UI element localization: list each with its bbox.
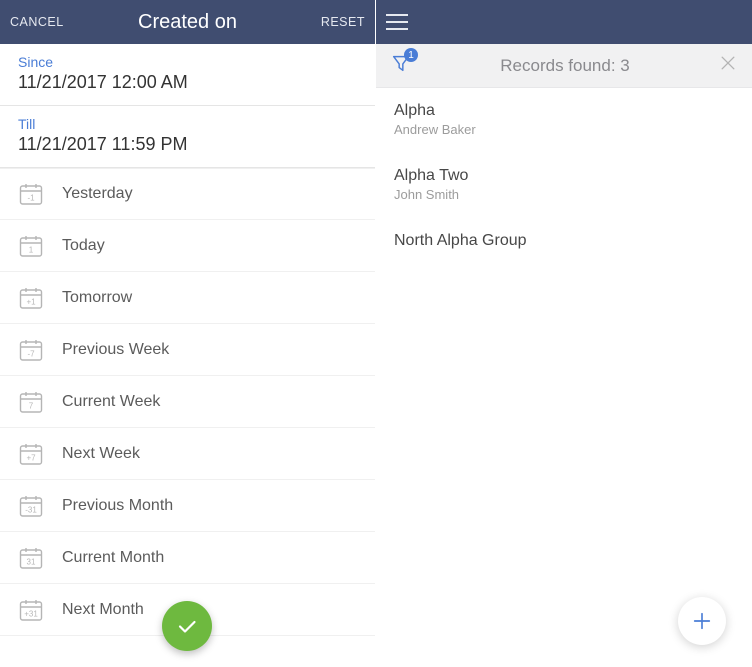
date-filter-pane: CANCEL Created on RESET Since 11/21/2017… <box>0 0 376 667</box>
list-item[interactable]: North Alpha Group <box>376 218 752 268</box>
calendar-icon: -1 <box>18 181 44 207</box>
calendar-icon: 7 <box>18 389 44 415</box>
preset-list: -1 Yesterday 1 Today +1 Tomorrow -7 Prev… <box>0 168 375 636</box>
svg-text:+1: +1 <box>26 297 36 306</box>
preset-label: Current Month <box>62 549 164 567</box>
calendar-icon: +31 <box>18 597 44 623</box>
close-icon <box>718 53 738 73</box>
till-value: 11/21/2017 11:59 PM <box>18 134 357 155</box>
calendar-icon: 1 <box>18 233 44 259</box>
record-subtitle: John Smith <box>394 187 734 202</box>
preset-label: Next Month <box>62 601 144 619</box>
preset-row[interactable]: +7 Next Week <box>0 428 375 480</box>
check-icon <box>175 614 199 638</box>
confirm-button[interactable] <box>162 601 212 651</box>
till-label: Till <box>18 116 357 132</box>
calendar-icon: -7 <box>18 337 44 363</box>
preset-row[interactable]: 31 Current Month <box>0 532 375 584</box>
till-field[interactable]: Till 11/21/2017 11:59 PM <box>0 106 375 168</box>
preset-label: Next Week <box>62 445 140 463</box>
calendar-icon: 31 <box>18 545 44 571</box>
right-topbar <box>376 0 752 44</box>
list-item[interactable]: Alpha Two John Smith <box>376 153 752 218</box>
preset-row[interactable]: -1 Yesterday <box>0 168 375 220</box>
preset-label: Current Week <box>62 393 160 411</box>
add-button[interactable] <box>678 597 726 645</box>
reset-button[interactable]: RESET <box>321 15 365 29</box>
preset-row[interactable]: 1 Today <box>0 220 375 272</box>
list-item[interactable]: Alpha Andrew Baker <box>376 88 752 153</box>
filter-button[interactable]: 1 <box>390 52 412 79</box>
since-field[interactable]: Since 11/21/2017 12:00 AM <box>0 44 375 106</box>
calendar-icon: +1 <box>18 285 44 311</box>
preset-row[interactable]: -31 Previous Month <box>0 480 375 532</box>
cancel-button[interactable]: CANCEL <box>10 15 64 29</box>
svg-text:-31: -31 <box>25 505 37 514</box>
clear-filter-button[interactable] <box>718 53 738 78</box>
preset-label: Yesterday <box>62 185 133 203</box>
preset-row[interactable]: 7 Current Week <box>0 376 375 428</box>
svg-text:31: 31 <box>27 557 36 566</box>
records-pane: 1 Records found: 3 AlphaAndrew BakerAlph… <box>376 0 752 667</box>
calendar-icon: -31 <box>18 493 44 519</box>
svg-text:-7: -7 <box>27 349 35 358</box>
calendar-icon: +7 <box>18 441 44 467</box>
preset-row[interactable]: -7 Previous Week <box>0 324 375 376</box>
record-title: Alpha <box>394 102 734 120</box>
preset-label: Tomorrow <box>62 289 132 307</box>
svg-text:7: 7 <box>29 401 34 410</box>
preset-label: Previous Month <box>62 497 173 515</box>
preset-label: Previous Week <box>62 341 169 359</box>
preset-row[interactable]: +1 Tomorrow <box>0 272 375 324</box>
menu-button[interactable] <box>386 13 408 31</box>
left-topbar: CANCEL Created on RESET <box>0 0 375 44</box>
filter-badge: 1 <box>404 48 418 62</box>
filter-bar: 1 Records found: 3 <box>376 44 752 88</box>
records-found-label: Records found: 3 <box>412 56 718 76</box>
since-label: Since <box>18 54 357 70</box>
svg-text:+31: +31 <box>24 609 38 618</box>
records-list: Alpha Andrew Baker Alpha Two John Smith Nort… <box>376 88 752 268</box>
preset-label: Today <box>62 237 105 255</box>
record-title: Alpha Two <box>394 167 734 185</box>
svg-text:1: 1 <box>29 245 34 254</box>
record-title: North Alpha Group <box>394 232 734 250</box>
since-value: 11/21/2017 12:00 AM <box>18 72 357 93</box>
svg-text:-1: -1 <box>27 194 35 203</box>
plus-icon <box>691 610 713 632</box>
svg-text:+7: +7 <box>26 453 36 462</box>
record-subtitle: Andrew Baker <box>394 122 734 137</box>
